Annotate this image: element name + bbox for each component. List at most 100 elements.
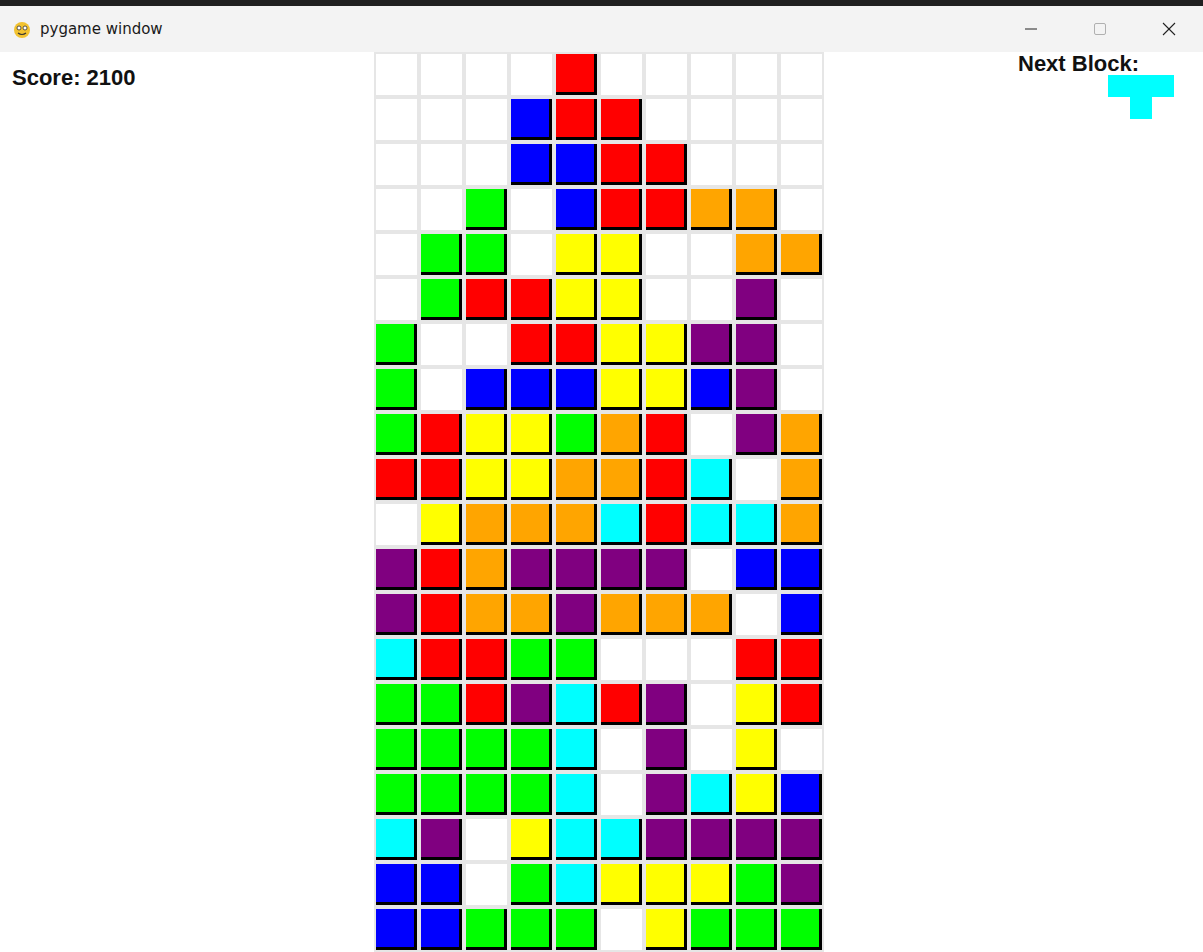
board-cell <box>689 97 734 142</box>
game-window: pygame windowScore: 2100Next Block: <box>0 0 1203 952</box>
block <box>421 279 462 320</box>
block <box>556 909 597 950</box>
block <box>556 459 597 500</box>
board-cell <box>554 367 599 412</box>
board-cell <box>689 907 734 952</box>
board-cell <box>419 277 464 322</box>
block <box>421 819 462 860</box>
board-cell <box>689 277 734 322</box>
block <box>691 819 732 860</box>
piece-cell <box>1108 97 1130 119</box>
board-cell <box>689 412 734 457</box>
block <box>646 189 687 230</box>
board-cell <box>464 502 509 547</box>
board-cell <box>374 637 419 682</box>
block <box>421 729 462 770</box>
board-cell <box>419 502 464 547</box>
block <box>376 864 417 905</box>
block <box>421 549 462 590</box>
board-cell <box>509 322 554 367</box>
block <box>691 189 732 230</box>
board-cell <box>464 277 509 322</box>
block <box>601 99 642 140</box>
board-cell <box>554 862 599 907</box>
board-cell <box>554 817 599 862</box>
block <box>511 864 552 905</box>
board-cell <box>779 232 824 277</box>
block <box>511 774 552 815</box>
block <box>466 729 507 770</box>
minimize-button[interactable] <box>996 6 1065 52</box>
game-area: Score: 2100 Next Block: <box>0 52 1203 952</box>
board-cell <box>779 682 824 727</box>
board-cell <box>374 52 419 97</box>
close-button[interactable] <box>1134 6 1203 52</box>
board-cell <box>554 457 599 502</box>
close-icon[interactable] <box>1161 21 1177 37</box>
board-cell <box>644 547 689 592</box>
block <box>781 774 822 815</box>
board-cell <box>554 142 599 187</box>
board-cell <box>419 772 464 817</box>
board-cell <box>779 322 824 367</box>
window-controls <box>996 6 1203 52</box>
board-cell <box>779 97 824 142</box>
block <box>736 549 777 590</box>
board-cell <box>509 142 554 187</box>
block <box>646 504 687 545</box>
block <box>511 414 552 455</box>
board-cell <box>734 592 779 637</box>
board-cell <box>689 772 734 817</box>
board-cell <box>554 277 599 322</box>
block <box>511 909 552 950</box>
board-cell <box>599 682 644 727</box>
board-cell <box>644 52 689 97</box>
board-cell <box>734 367 779 412</box>
board-cell <box>599 142 644 187</box>
maximize-icon[interactable] <box>1092 21 1108 37</box>
block <box>691 594 732 635</box>
board-cell <box>599 367 644 412</box>
minimize-icon[interactable] <box>1023 21 1039 37</box>
block <box>421 639 462 680</box>
board-cell <box>644 817 689 862</box>
block <box>376 549 417 590</box>
block <box>376 324 417 365</box>
next-block-label: Next Block: <box>1018 52 1203 76</box>
block <box>736 369 777 410</box>
board-cell <box>374 457 419 502</box>
block <box>601 279 642 320</box>
block <box>466 639 507 680</box>
block <box>646 684 687 725</box>
block <box>511 549 552 590</box>
board-cell <box>779 817 824 862</box>
block <box>691 774 732 815</box>
board-cell <box>419 142 464 187</box>
board-cell <box>644 502 689 547</box>
pygame-snake-icon <box>11 18 33 40</box>
block <box>691 504 732 545</box>
board-cell <box>554 502 599 547</box>
board-cell <box>779 187 824 232</box>
board-cell <box>374 817 419 862</box>
board-cell <box>599 547 644 592</box>
block <box>466 234 507 275</box>
board-cell <box>644 232 689 277</box>
board-cell <box>374 277 419 322</box>
board-cell <box>419 817 464 862</box>
block <box>646 144 687 185</box>
block <box>421 774 462 815</box>
board-cell <box>779 367 824 412</box>
board-cell <box>734 277 779 322</box>
block <box>421 909 462 950</box>
score-panel: Score: 2100 <box>0 52 374 952</box>
block <box>511 639 552 680</box>
block <box>466 504 507 545</box>
block <box>781 549 822 590</box>
block <box>511 819 552 860</box>
board-cell <box>689 502 734 547</box>
board-cell <box>464 457 509 502</box>
board-cell <box>599 412 644 457</box>
block <box>736 504 777 545</box>
maximize-button[interactable] <box>1065 6 1134 52</box>
